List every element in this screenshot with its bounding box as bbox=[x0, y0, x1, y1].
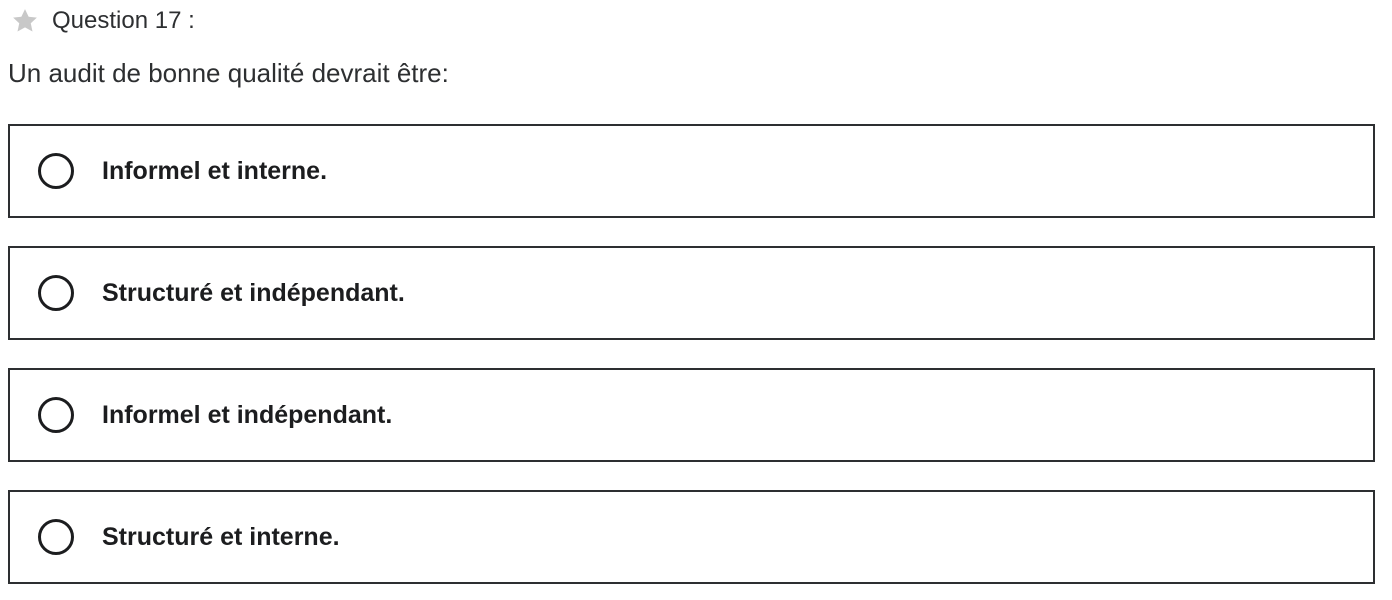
answer-option-label: Informel et interne. bbox=[102, 156, 328, 185]
radio-icon[interactable] bbox=[38, 153, 74, 189]
answer-option-label: Structuré et interne. bbox=[102, 522, 340, 551]
answer-option-3[interactable]: Informel et indépendant. bbox=[8, 368, 1375, 462]
radio-icon[interactable] bbox=[38, 275, 74, 311]
answer-option-1[interactable]: Informel et interne. bbox=[8, 124, 1375, 218]
question-header: Question 17 : bbox=[10, 6, 195, 36]
answer-option-2[interactable]: Structuré et indépendant. bbox=[8, 246, 1375, 340]
answer-option-4[interactable]: Structuré et interne. bbox=[8, 490, 1375, 584]
star-icon[interactable] bbox=[10, 6, 40, 36]
answer-options: Informel et interne. Structuré et indépe… bbox=[8, 124, 1375, 600]
question-prompt: Un audit de bonne qualité devrait être: bbox=[8, 58, 449, 88]
radio-icon[interactable] bbox=[38, 397, 74, 433]
answer-option-label: Structuré et indépendant. bbox=[102, 278, 405, 307]
answer-option-label: Informel et indépendant. bbox=[102, 400, 393, 429]
radio-icon[interactable] bbox=[38, 519, 74, 555]
question-number: Question 17 : bbox=[52, 7, 195, 34]
